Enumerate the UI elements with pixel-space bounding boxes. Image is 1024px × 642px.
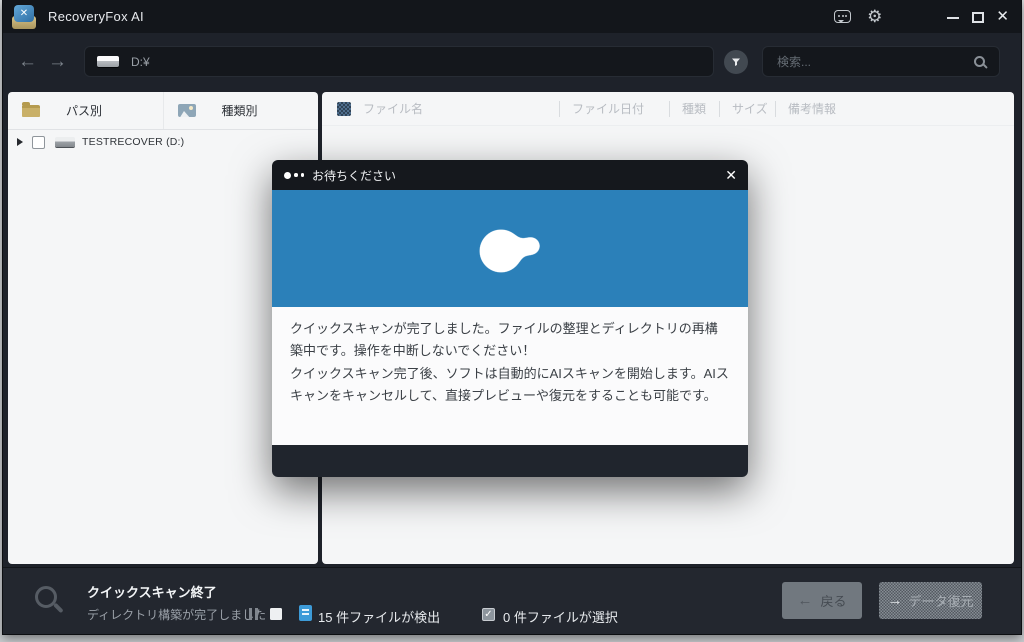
wait-dialog-line2: クイックスキャン完了後、ソフトは自動的にAIスキャンを開始します。AIスキャンを… <box>290 365 729 404</box>
wait-dialog-hero <box>272 190 748 307</box>
wait-dialog-line1: クイックスキャンが完了しました。ファイルの整理とディレクトリの再構築中です。操作… <box>290 321 718 359</box>
back-button[interactable]: ← 戻る <box>782 582 862 619</box>
scan-status-icon <box>35 586 57 608</box>
recover-button-arrow-icon: → <box>887 592 903 609</box>
titlebar: ✕ RecoveryFox AI ⚙ ✕ <box>3 0 1021 33</box>
expander-icon[interactable] <box>17 138 23 146</box>
current-path: D:¥ <box>131 54 150 69</box>
navbar: ← → D:¥ <box>3 33 1021 90</box>
app-window: ✕ RecoveryFox AI ⚙ ✕ ← → D:¥ 検索... パス別 種… <box>3 0 1021 634</box>
blob-spinner-icon <box>479 228 541 273</box>
column-filedate[interactable]: ファイル日付 <box>559 101 644 117</box>
app-title: RecoveryFox AI <box>48 9 144 24</box>
column-filename[interactable]: ファイル名 <box>363 101 423 117</box>
app-logo-icon: ✕ <box>11 4 37 29</box>
files-selected-text: 0 件ファイルが選択 <box>503 610 618 625</box>
funnel-icon <box>732 58 740 66</box>
column-type[interactable]: 種類 <box>669 101 706 117</box>
desktop: ✕ RecoveryFox AI ⚙ ✕ ← → D:¥ 検索... パス別 種… <box>0 0 1024 642</box>
scan-status-subtitle: ディレクトリ構築が完了しました <box>87 608 267 622</box>
wait-dialog-footer <box>272 445 748 477</box>
minimize-button[interactable] <box>946 10 960 24</box>
data-recover-button[interactable]: → データ復元 <box>879 582 982 619</box>
scan-status-title: クイックスキャン終了 <box>87 585 217 600</box>
column-notes[interactable]: 備考情報 <box>775 101 836 117</box>
search-box <box>762 46 1000 77</box>
feedback-icon[interactable] <box>834 10 852 23</box>
sidebar-tabs: パス別 種類別 <box>8 92 318 130</box>
wait-dialog-titlebar: お待ちください ✕ <box>272 160 748 190</box>
stop-icon[interactable] <box>270 608 282 620</box>
files-selected-checkbox[interactable]: ✓ <box>482 608 495 621</box>
tree-item-drive[interactable]: TESTRECOVER (D:) <box>8 132 318 152</box>
menu-icon[interactable] <box>900 11 916 23</box>
wait-dialog-title: お待ちください <box>312 168 397 183</box>
loading-dots-icon <box>284 171 304 179</box>
image-icon <box>177 104 196 117</box>
wait-dialog: お待ちください ✕ クイックスキャンが完了しました。ファイルの整理とディレクトリ… <box>272 160 748 477</box>
file-icon <box>299 605 312 621</box>
wait-dialog-body: クイックスキャンが完了しました。ファイルの整理とディレクトリの再構築中です。操作… <box>272 307 748 445</box>
drive-checkbox[interactable] <box>32 135 45 149</box>
path-bar[interactable]: D:¥ <box>84 46 714 77</box>
drive-label: TESTRECOVER (D:) <box>82 136 185 148</box>
back-button-arrow-icon: ← <box>797 592 813 609</box>
forward-arrow-icon[interactable]: → <box>48 51 67 73</box>
drive-icon <box>97 56 119 67</box>
file-table-header: ファイル名 ファイル日付 種類 サイズ 備考情報 <box>322 92 1014 126</box>
files-detected-text: 15 件ファイルが検出 <box>318 610 441 625</box>
filter-button[interactable] <box>724 49 748 74</box>
close-button[interactable]: ✕ <box>996 9 1009 24</box>
search-input[interactable] <box>763 54 974 69</box>
wait-dialog-close-icon[interactable]: ✕ <box>725 168 737 182</box>
tab-by-type[interactable]: 種類別 <box>162 92 319 129</box>
search-icon <box>974 56 985 67</box>
column-size[interactable]: サイズ <box>719 101 768 117</box>
folder-icon <box>22 101 40 117</box>
tab-by-path[interactable]: パス別 <box>8 92 163 129</box>
pause-icon[interactable] <box>249 608 258 620</box>
settings-gear-icon[interactable]: ⚙ <box>867 8 882 25</box>
statusbar: クイックスキャン終了 ディレクトリ構築が完了しました 15 件ファイルが検出 ✓… <box>3 567 1021 634</box>
maximize-button[interactable] <box>972 11 985 23</box>
select-all-checkbox[interactable] <box>337 102 351 116</box>
drive-icon <box>55 137 75 147</box>
back-arrow-icon[interactable]: ← <box>18 51 37 73</box>
